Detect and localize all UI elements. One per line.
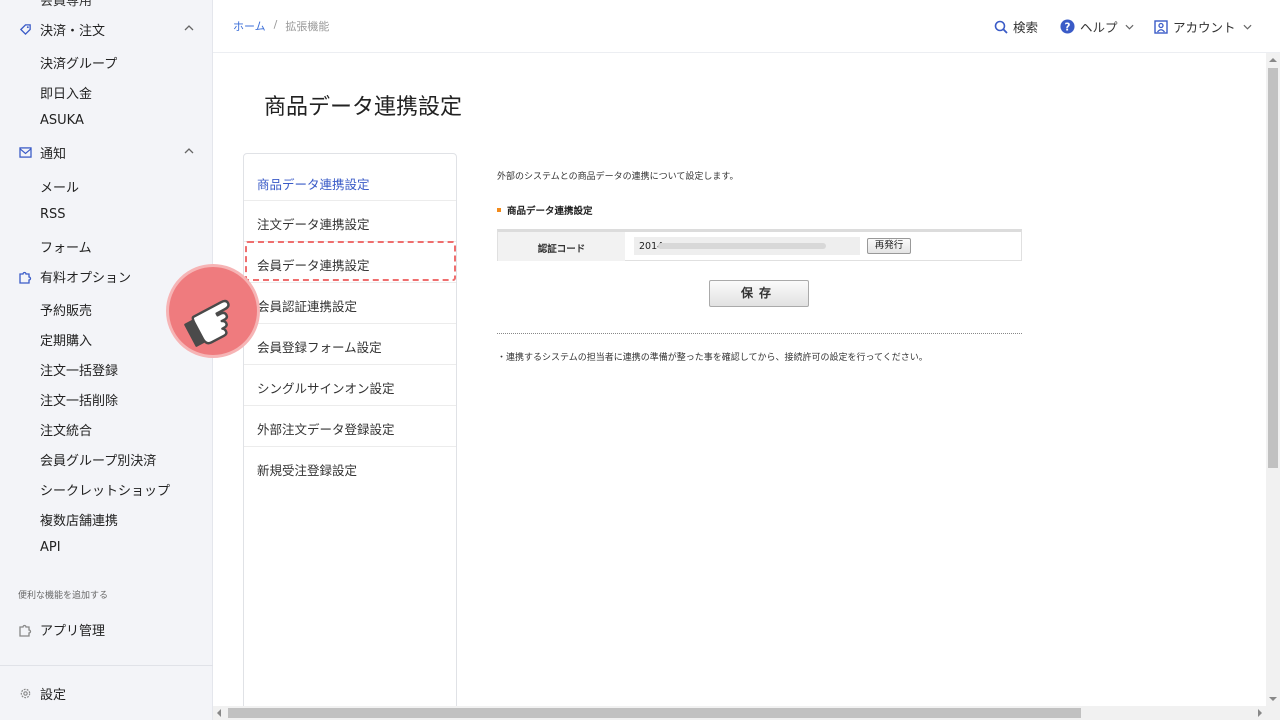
tutorial-highlight	[245, 241, 456, 281]
help-menu[interactable]: ? ヘルプ	[1060, 17, 1139, 36]
sidebar-item-member-group-payment[interactable]: 会員グループ別決済	[40, 450, 156, 469]
chevron-down-icon	[1125, 24, 1134, 30]
vertical-scrollbar[interactable]	[1266, 53, 1280, 706]
scroll-down-icon[interactable]	[1269, 697, 1277, 701]
breadcrumb-current: 拡張機能	[285, 20, 330, 33]
page-title: 商品データ連携設定	[264, 95, 463, 120]
sidebar-item-settings[interactable]: 設定	[18, 684, 66, 703]
tag-icon	[18, 23, 32, 37]
breadcrumb: ホーム / 拡張機能	[233, 18, 329, 34]
dotted-divider	[497, 333, 1022, 334]
auth-code-redacted	[658, 243, 826, 249]
sidebar-item-label: 設定	[40, 688, 67, 703]
sidebar-item-app-manage[interactable]: アプリ管理	[18, 620, 105, 639]
search-label: 検索	[1013, 20, 1039, 35]
pointing-hand-icon	[166, 264, 260, 358]
sidebar-section-label: 通知	[40, 147, 67, 162]
sidebar-section-paid-options[interactable]: 有料オプション	[18, 267, 131, 286]
scrollbar-corner	[1266, 706, 1280, 720]
chevron-up-icon[interactable]	[182, 21, 196, 35]
sidebar-item-api[interactable]: API	[40, 540, 61, 555]
sidebar-divider	[0, 665, 213, 666]
gear-icon	[18, 687, 32, 701]
sidebar-item-preorder[interactable]: 予約販売	[40, 300, 92, 319]
auth-code-field: 2014	[634, 237, 860, 255]
sidebar-item-secret-shop[interactable]: シークレットショップ	[40, 480, 170, 499]
sidebar-section-notify[interactable]: 通知	[18, 143, 66, 162]
account-label: アカウント	[1173, 20, 1236, 35]
settings-menu: 商品データ連携設定 注文データ連携設定 会員データ連携設定 会員認証連携設定 会…	[243, 153, 457, 713]
section-heading: 商品データ連携設定	[497, 203, 593, 217]
puzzle-icon	[18, 270, 32, 284]
menu-item-product-data[interactable]: 商品データ連携設定	[244, 160, 456, 201]
top-bar: ホーム / 拡張機能 検索 ? ヘルプ アカウント	[213, 0, 1280, 53]
puzzle-icon	[18, 623, 32, 637]
sidebar-item-asuka[interactable]: ASUKA	[40, 113, 84, 128]
menu-item-single-sign-on[interactable]: シングルサインオン設定	[244, 365, 456, 406]
sidebar-section-label: 決済・注文	[40, 24, 106, 39]
breadcrumb-separator: /	[273, 18, 278, 31]
section-heading-text: 商品データ連携設定	[507, 206, 593, 217]
sidebar-item-form[interactable]: フォーム	[40, 237, 92, 256]
horizontal-scrollbar[interactable]	[213, 706, 1266, 720]
sidebar-item-subscription[interactable]: 定期購入	[40, 330, 92, 349]
menu-item-new-order-register[interactable]: 新規受注登録設定	[244, 447, 456, 488]
search-button[interactable]: 検索	[994, 17, 1038, 36]
sidebar-item-payment-group[interactable]: 決済グループ	[40, 53, 117, 72]
sidebar-item-label: アプリ管理	[40, 624, 106, 639]
menu-item-external-order[interactable]: 外部注文データ登録設定	[244, 406, 456, 447]
scrollbar-thumb[interactable]	[1268, 68, 1278, 468]
chevron-down-icon	[1243, 24, 1252, 30]
sidebar-item-members-only[interactable]: 会員専用	[40, 0, 92, 9]
account-menu[interactable]: アカウント	[1154, 17, 1257, 36]
sidebar-section-label: 有料オプション	[40, 271, 132, 286]
save-button[interactable]: 保存	[709, 280, 809, 307]
sidebar-item-rss[interactable]: RSS	[40, 207, 66, 222]
auth-code-table: 認証コード 2014 再発行	[497, 229, 1022, 261]
search-icon	[994, 20, 1008, 34]
auth-code-label: 認証コード	[498, 232, 625, 261]
account-icon	[1154, 19, 1168, 34]
scroll-right-icon[interactable]	[1258, 709, 1262, 717]
menu-item-order-data[interactable]: 注文データ連携設定	[244, 201, 456, 242]
reissue-button[interactable]: 再発行	[867, 238, 911, 254]
sidebar-item-multi-store[interactable]: 複数店舗連携	[40, 510, 118, 529]
sidebar-item-mail[interactable]: メール	[40, 177, 79, 196]
addon-note: 便利な機能を追加する	[18, 591, 109, 601]
menu-item-member-register-form[interactable]: 会員登録フォーム設定	[244, 324, 456, 365]
sidebar-section-payment[interactable]: 決済・注文	[18, 20, 105, 39]
scroll-left-icon[interactable]	[217, 709, 221, 717]
connection-note: ・連携するシステムの担当者に連携の準備が整った事を確認してから、接続許可の設定を…	[497, 353, 928, 363]
help-icon: ?	[1060, 19, 1075, 34]
scrollbar-thumb[interactable]	[228, 708, 1081, 718]
breadcrumb-home[interactable]: ホーム	[233, 18, 266, 34]
mail-icon	[18, 146, 32, 160]
scroll-up-icon[interactable]	[1269, 58, 1277, 62]
svg-text:?: ?	[1065, 21, 1071, 33]
sidebar-item-order-merge[interactable]: 注文統合	[40, 420, 92, 439]
sidebar-item-bulk-order-delete[interactable]: 注文一括削除	[40, 390, 118, 409]
sidebar-item-same-day-deposit[interactable]: 即日入金	[40, 83, 92, 102]
sidebar: 会員専用 決済・注文 決済グループ 即日入金 ASUKA 通知 メール RSS …	[0, 0, 213, 720]
help-label: ヘルプ	[1080, 20, 1118, 35]
chevron-up-icon[interactable]	[182, 144, 196, 158]
page-description: 外部のシステムとの商品データの連携について設定します。	[497, 172, 739, 182]
section-marker	[497, 208, 501, 212]
menu-item-member-auth[interactable]: 会員認証連携設定	[244, 283, 456, 324]
sidebar-item-bulk-order-register[interactable]: 注文一括登録	[40, 360, 118, 379]
